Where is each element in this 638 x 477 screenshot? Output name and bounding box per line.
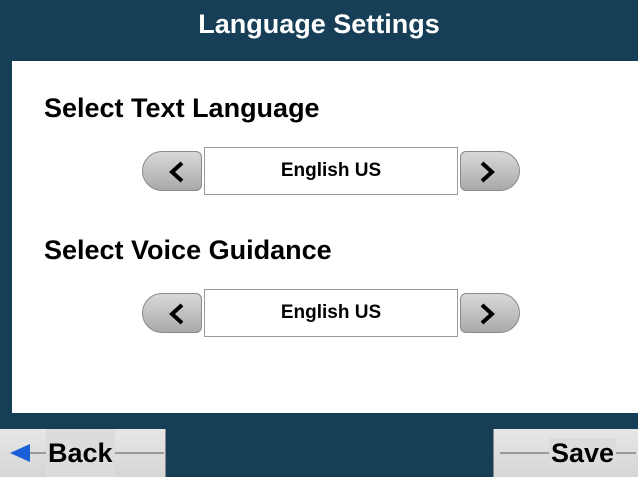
text-language-value: English US <box>204 147 458 195</box>
text-language-selector: English US <box>142 147 520 195</box>
voice-guidance-label: Select Voice Guidance <box>44 235 332 265</box>
text-language-label: Select Text Language <box>44 93 320 123</box>
voice-guidance-value: English US <box>204 289 458 337</box>
chevron-right-icon <box>480 303 495 325</box>
save-button[interactable]: Save <box>493 429 638 477</box>
bottom-bar: Back Save <box>0 413 638 477</box>
text-language-next-button[interactable] <box>460 151 520 191</box>
text-language-prev-button[interactable] <box>142 151 202 191</box>
chevron-right-icon <box>480 161 495 183</box>
back-button-label: Back <box>46 429 115 477</box>
page-title: Language Settings <box>198 9 440 39</box>
settings-panel: Select Text Language English US Select V… <box>12 61 638 413</box>
save-button-label: Save <box>548 438 616 468</box>
back-arrow-icon <box>10 444 30 462</box>
chevron-left-icon <box>169 303 184 325</box>
chevron-left-icon <box>169 161 184 183</box>
voice-guidance-selector: English US <box>142 289 520 337</box>
language-settings-screen: Language Settings Select Text Language E… <box>0 0 638 477</box>
back-button[interactable]: Back <box>0 429 166 477</box>
voice-guidance-prev-button[interactable] <box>142 293 202 333</box>
voice-guidance-next-button[interactable] <box>460 293 520 333</box>
title-bar: Language Settings <box>0 0 638 61</box>
